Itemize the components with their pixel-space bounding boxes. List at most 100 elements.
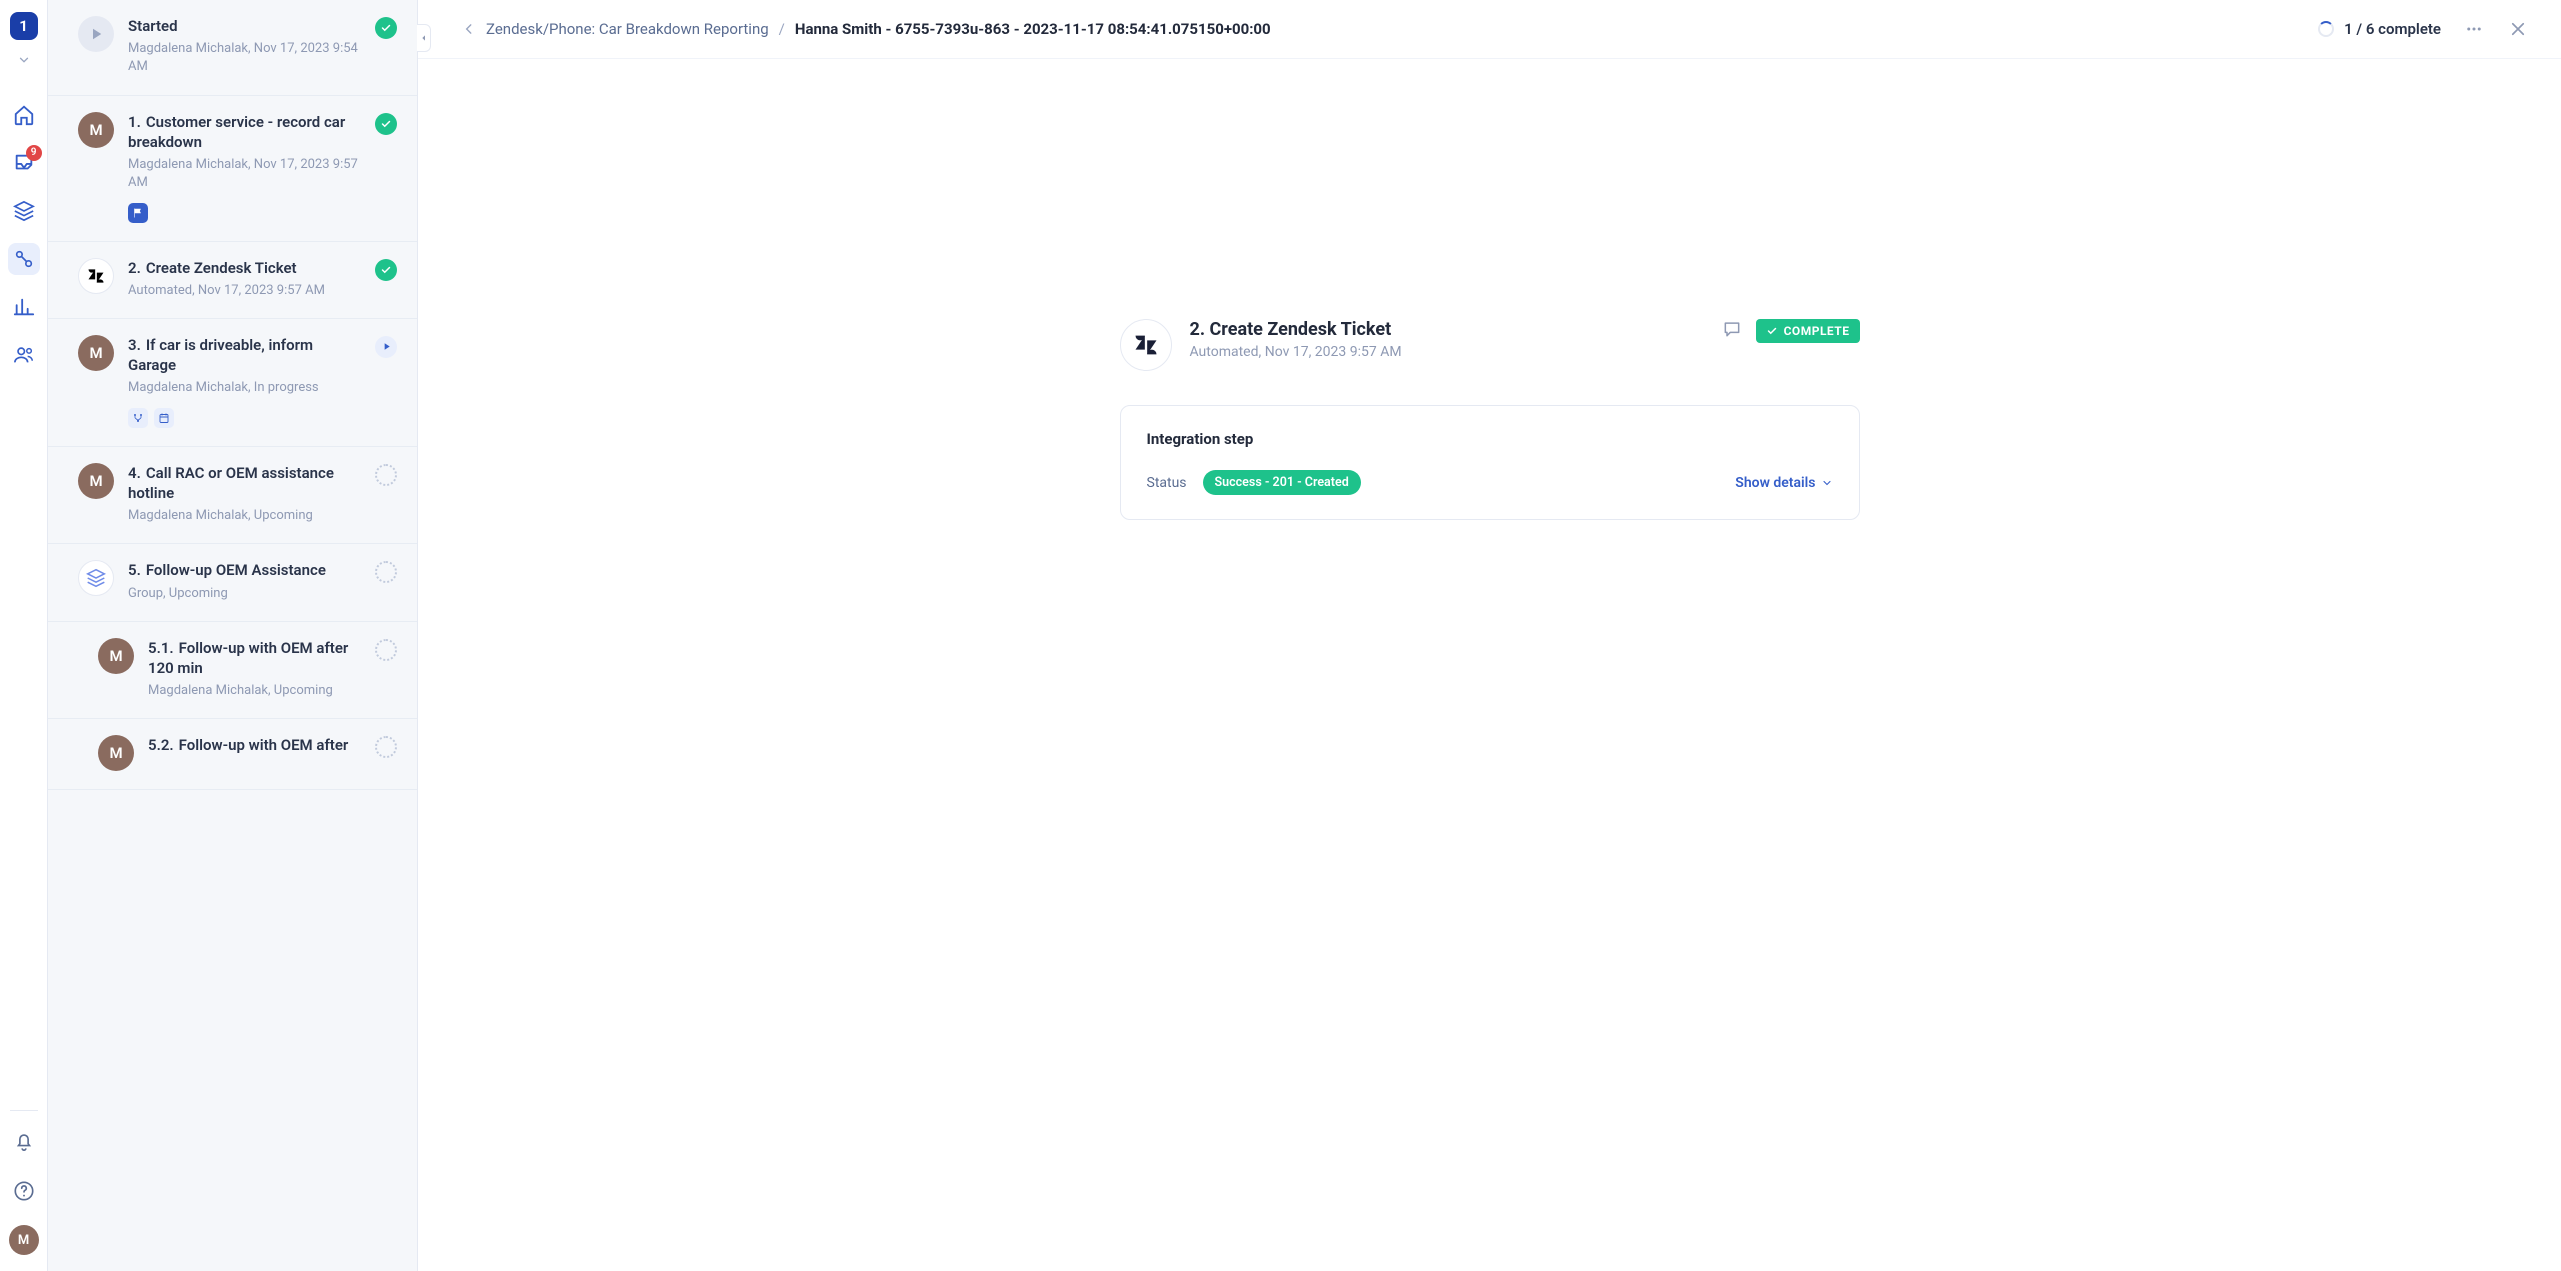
branch-icon — [132, 412, 144, 424]
step-item[interactable]: M 1.Customer service - record car breakd… — [48, 96, 417, 242]
step-detail-meta: Automated, Nov 17, 2023 9:57 AM — [1190, 344, 1402, 360]
check-icon — [1766, 325, 1778, 337]
main-panel: Zendesk/Phone: Car Breakdown Reporting /… — [418, 0, 2561, 1271]
nav-workflows[interactable] — [8, 243, 40, 275]
step-item[interactable]: 5.Follow-up OEM Assistance Group, Upcomi… — [48, 544, 417, 621]
step-title: 5.Follow-up OEM Assistance — [128, 560, 361, 580]
branch-chip[interactable] — [128, 408, 148, 428]
step-title: 4.Call RAC or OEM assistance hotline — [128, 463, 361, 504]
nav-analytics[interactable] — [8, 291, 40, 323]
comment-button[interactable] — [1722, 319, 1742, 343]
status-label: Status — [1147, 475, 1187, 491]
integration-card: Integration step Status Success - 201 - … — [1120, 405, 1860, 520]
user-avatar: M — [78, 112, 114, 148]
breadcrumb-back-button[interactable] — [462, 22, 476, 36]
user-avatar: M — [98, 638, 134, 674]
bell-icon — [13, 1130, 35, 1152]
show-details-button[interactable]: Show details — [1735, 475, 1832, 491]
nav-layers[interactable] — [8, 195, 40, 227]
status-complete-icon — [375, 17, 397, 39]
zendesk-avatar — [78, 258, 114, 294]
header: Zendesk/Phone: Car Breakdown Reporting /… — [418, 0, 2561, 59]
nav-help[interactable] — [8, 1175, 40, 1207]
flag-icon — [132, 207, 144, 219]
nav-inbox[interactable]: 9 — [8, 147, 40, 179]
current-user-avatar[interactable]: M — [9, 1225, 39, 1255]
user-avatar: M — [98, 735, 134, 771]
breadcrumb-current: Hanna Smith - 6755-7393u-863 - 2023-11-1… — [795, 20, 1271, 38]
step-detail-title: 2. Create Zendesk Ticket — [1190, 319, 1402, 340]
calendar-icon — [158, 412, 170, 424]
step-item[interactable]: M 5.1.Follow-up with OEM after 120 min M… — [48, 622, 417, 720]
zendesk-avatar — [1120, 319, 1172, 371]
breadcrumb: Zendesk/Phone: Car Breakdown Reporting /… — [462, 20, 1271, 38]
zendesk-icon — [1132, 331, 1160, 359]
group-avatar — [78, 560, 114, 596]
nav-home[interactable] — [8, 99, 40, 131]
nav-users[interactable] — [8, 339, 40, 371]
close-button[interactable] — [2507, 18, 2529, 40]
users-icon — [13, 344, 35, 366]
step-title: 5.2.Follow-up with OEM after — [148, 735, 361, 755]
step-title: 5.1.Follow-up with OEM after 120 min — [148, 638, 361, 679]
content-area: 2. Create Zendesk Ticket Automated, Nov … — [418, 59, 2561, 1271]
step-meta: Magdalena Michalak, Upcoming — [128, 507, 361, 525]
status-pill: Success - 201 - Created — [1203, 470, 1361, 495]
user-avatar: M — [78, 463, 114, 499]
status-active-icon — [375, 336, 397, 358]
step-detail-header: 2. Create Zendesk Ticket Automated, Nov … — [1120, 319, 1860, 371]
layers-icon — [86, 568, 106, 588]
layers-icon — [13, 200, 35, 222]
spinner-icon — [2318, 21, 2334, 37]
step-item[interactable]: M 4.Call RAC or OEM assistance hotline M… — [48, 447, 417, 545]
step-item[interactable]: Started Magdalena Michalak, Nov 17, 2023… — [48, 0, 417, 96]
step-meta: Automated, Nov 17, 2023 9:57 AM — [128, 282, 361, 300]
status-badge: COMPLETE — [1756, 319, 1860, 343]
workflow-icon — [13, 248, 35, 270]
close-icon — [2509, 20, 2527, 38]
progress-indicator: 1 / 6 complete — [2318, 20, 2441, 38]
card-title: Integration step — [1147, 430, 1833, 448]
status-upcoming-icon — [375, 639, 397, 661]
step-title: Started — [128, 16, 361, 36]
step-item[interactable]: M 5.2.Follow-up with OEM after — [48, 719, 417, 790]
chart-icon — [13, 296, 35, 318]
calendar-chip[interactable] — [154, 408, 174, 428]
inbox-badge: 9 — [26, 145, 42, 161]
step-item[interactable]: M 3.If car is driveable, inform Garage M… — [48, 319, 417, 447]
user-avatar: M — [78, 335, 114, 371]
step-item[interactable]: 2.Create Zendesk Ticket Automated, Nov 1… — [48, 242, 417, 319]
status-complete-icon — [375, 113, 397, 135]
flag-chip[interactable] — [128, 203, 148, 223]
status-upcoming-icon — [375, 464, 397, 486]
breadcrumb-parent-link[interactable]: Zendesk/Phone: Car Breakdown Reporting — [486, 20, 769, 38]
step-title: 3.If car is driveable, inform Garage — [128, 335, 361, 376]
dots-icon — [2465, 20, 2483, 38]
step-title: 2.Create Zendesk Ticket — [128, 258, 361, 278]
left-rail: 1 9 M — [0, 0, 48, 1271]
comment-icon — [1722, 319, 1742, 339]
more-actions-button[interactable] — [2463, 18, 2485, 40]
collapse-left-icon — [420, 33, 428, 43]
play-icon — [87, 25, 105, 43]
step-meta: Magdalena Michalak, Upcoming — [148, 682, 361, 700]
progress-text: 1 / 6 complete — [2344, 20, 2441, 38]
zendesk-icon — [86, 266, 106, 286]
nav-notifications[interactable] — [8, 1125, 40, 1157]
step-meta: Magdalena Michalak, Nov 17, 2023 9:54 AM — [128, 40, 361, 76]
status-upcoming-icon — [375, 736, 397, 758]
collapse-sidebar-handle[interactable] — [417, 24, 431, 52]
workspace-chevron-icon[interactable] — [17, 52, 31, 71]
status-upcoming-icon — [375, 561, 397, 583]
step-meta: Magdalena Michalak, In progress — [128, 379, 361, 397]
status-complete-icon — [375, 259, 397, 281]
breadcrumb-separator: / — [779, 20, 785, 38]
help-icon — [13, 1180, 35, 1202]
step-title: 1.Customer service - record car breakdow… — [128, 112, 361, 153]
step-meta: Group, Upcoming — [128, 585, 361, 603]
chevron-down-icon — [1821, 477, 1833, 489]
home-icon — [13, 104, 35, 126]
step-list-panel: Started Magdalena Michalak, Nov 17, 2023… — [48, 0, 418, 1271]
workspace-switcher[interactable]: 1 — [10, 12, 38, 40]
play-avatar — [78, 16, 114, 52]
